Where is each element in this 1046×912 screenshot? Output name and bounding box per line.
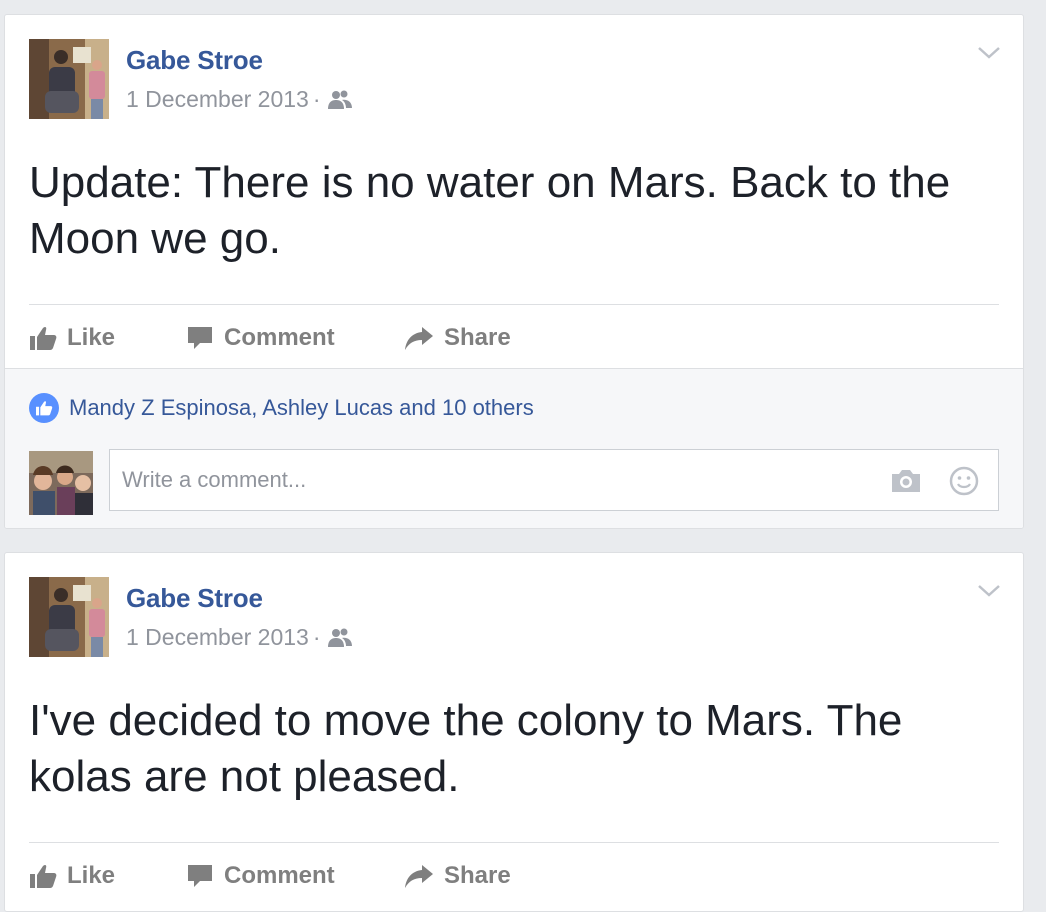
author-name[interactable]: Gabe Stroe — [126, 45, 263, 76]
chevron-down-icon[interactable] — [977, 583, 1001, 599]
friends-icon[interactable] — [327, 627, 353, 649]
post-actions: Like Comment Share — [29, 858, 511, 894]
chevron-down-icon[interactable] — [977, 45, 1001, 61]
commenter-avatar[interactable] — [29, 451, 93, 515]
author-name[interactable]: Gabe Stroe — [126, 583, 263, 614]
feedback-section: Mandy Z Espinosa, Ashley Lucas and 10 ot… — [5, 368, 1023, 528]
share-arrow-icon — [405, 865, 433, 888]
thumbs-up-icon — [30, 326, 57, 350]
post-meta: 1 December 2013 · — [126, 86, 353, 113]
divider — [29, 842, 999, 843]
comment-button[interactable]: Comment — [186, 862, 404, 890]
like-button[interactable]: Like — [29, 862, 186, 890]
post-date[interactable]: 1 December 2013 — [126, 86, 309, 113]
comment-input[interactable] — [110, 450, 998, 510]
likes-summary: Mandy Z Espinosa, Ashley Lucas and 10 ot… — [29, 393, 534, 423]
like-label: Like — [67, 862, 116, 889]
comment-label: Comment — [224, 862, 335, 889]
post-card: Gabe Stroe 1 December 2013 · Update: The… — [4, 14, 1024, 529]
like-badge-icon — [29, 393, 59, 423]
comment-icon — [188, 327, 212, 349]
thumbs-up-icon — [30, 864, 57, 888]
comment-icon — [188, 865, 212, 887]
comment-button[interactable]: Comment — [186, 324, 404, 352]
divider — [29, 304, 999, 305]
post-meta: 1 December 2013 · — [126, 624, 353, 651]
author-avatar[interactable] — [29, 39, 109, 119]
author-avatar[interactable] — [29, 577, 109, 657]
meta-separator: · — [312, 624, 321, 650]
share-label: Share — [444, 862, 511, 889]
comment-box — [109, 449, 999, 511]
share-arrow-icon — [405, 327, 433, 350]
like-button[interactable]: Like — [29, 324, 186, 352]
friends-icon[interactable] — [327, 89, 353, 111]
post-text: Update: There is no water on Mars. Back … — [29, 158, 951, 263]
post-date[interactable]: 1 December 2013 — [126, 624, 309, 651]
likes-summary-link[interactable]: Mandy Z Espinosa, Ashley Lucas and 10 ot… — [69, 395, 534, 421]
post-actions: Like Comment Share — [29, 320, 511, 356]
emoji-icon[interactable] — [948, 465, 980, 497]
share-label: Share — [444, 324, 511, 351]
comment-label: Comment — [224, 324, 335, 351]
post-text: I've decided to move the colony to Mars.… — [29, 696, 903, 801]
post-card: Gabe Stroe 1 December 2013 · I've decide… — [4, 552, 1024, 912]
like-label: Like — [67, 324, 116, 351]
camera-icon[interactable] — [890, 467, 922, 495]
meta-separator: · — [312, 86, 321, 112]
share-button[interactable]: Share — [404, 862, 511, 890]
share-button[interactable]: Share — [404, 324, 511, 352]
